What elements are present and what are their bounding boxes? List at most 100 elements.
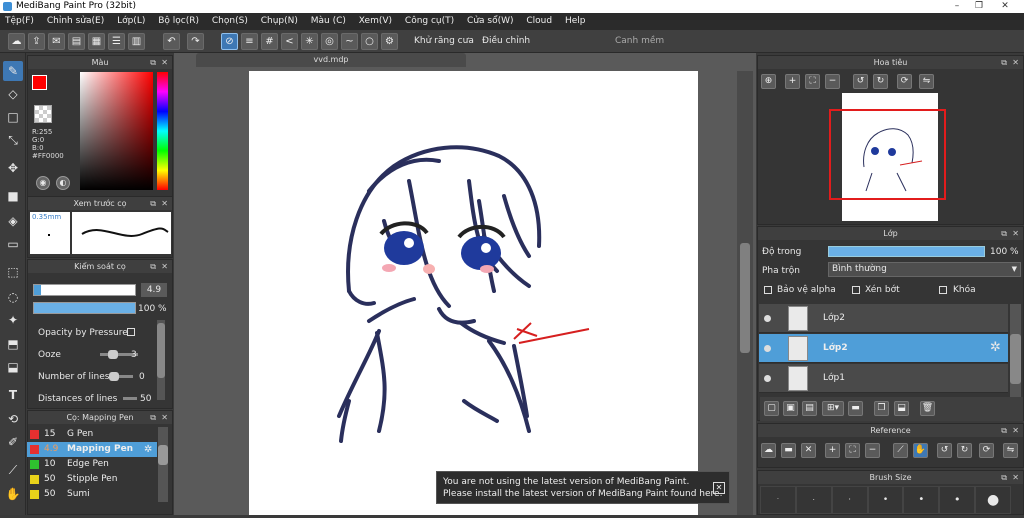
- brush-control-scrollbar[interactable]: [157, 320, 165, 400]
- primary-color-swatch[interactable]: [32, 75, 47, 90]
- rotate-right-icon[interactable]: ↻: [873, 74, 888, 89]
- magic-wand-icon[interactable]: ✦: [3, 310, 23, 330]
- update-notification[interactable]: You are not using the latest version of …: [436, 471, 730, 504]
- ellipse-snap-icon[interactable]: ○: [361, 33, 378, 50]
- reference-reset-icon[interactable]: ⟳: [979, 443, 994, 458]
- new-layer-icon[interactable]: ▢: [764, 401, 779, 416]
- panel-popout-icon[interactable]: ⧉: [1001, 227, 1007, 240]
- menu-window[interactable]: Cửa sổ(W): [462, 13, 518, 30]
- lasso-tool-icon[interactable]: ◌: [3, 287, 23, 307]
- drawing-canvas[interactable]: [249, 71, 698, 515]
- visibility-icon[interactable]: [764, 315, 771, 322]
- gradient-tool-icon[interactable]: ▭: [3, 234, 23, 254]
- menu-select[interactable]: Chọn(S): [207, 13, 253, 30]
- layer-row-selected[interactable]: Lớp2 ✲: [759, 334, 1008, 363]
- new-8bit-layer-icon[interactable]: ▤: [802, 401, 817, 416]
- maximize-button[interactable]: ❐: [968, 0, 990, 13]
- eraser-tool-icon[interactable]: ◇: [3, 84, 23, 104]
- lines-slider[interactable]: [109, 372, 133, 381]
- menu-color[interactable]: Màu (C): [306, 13, 351, 30]
- transparent-swatch[interactable]: [34, 105, 52, 123]
- navigator-viewport[interactable]: [829, 109, 946, 200]
- fit-window-icon[interactable]: ⛶: [805, 74, 820, 89]
- panel-popout-icon[interactable]: ⧉: [1001, 471, 1007, 484]
- panel-close-icon[interactable]: ✕: [161, 260, 168, 273]
- panel-close-icon[interactable]: ✕: [161, 56, 168, 69]
- brush-size-preset[interactable]: •: [903, 486, 940, 514]
- radial-snap-icon[interactable]: ✳: [301, 33, 318, 50]
- reference-zoom-out-icon[interactable]: −: [865, 443, 880, 458]
- minimize-button[interactable]: –: [946, 0, 968, 13]
- bucket-tool-icon[interactable]: ◈: [3, 211, 23, 231]
- eyedropper-tool-icon[interactable]: ⟋: [3, 460, 23, 480]
- panel-popout-icon[interactable]: ⧉: [150, 260, 156, 273]
- hand-tool-icon[interactable]: ✋: [3, 484, 23, 504]
- brush-size-preset[interactable]: ●: [975, 486, 1012, 514]
- redo-icon[interactable]: ↷: [187, 33, 204, 50]
- snap-settings-icon[interactable]: ⚙: [381, 33, 398, 50]
- select-eraser-icon[interactable]: ⬓: [3, 357, 23, 377]
- close-button[interactable]: ✕: [994, 0, 1016, 13]
- flip-icon[interactable]: ⇋: [919, 74, 934, 89]
- reference-eyedropper-icon[interactable]: ⟋: [893, 443, 908, 458]
- undo-icon[interactable]: ↶: [163, 33, 180, 50]
- parallel-snap-icon[interactable]: ≡: [241, 33, 258, 50]
- menu-help[interactable]: Help: [560, 13, 591, 30]
- upload-icon[interactable]: ⇪: [28, 33, 45, 50]
- rectangle-tool-icon[interactable]: □: [3, 107, 23, 127]
- list-icon[interactable]: ☰: [108, 33, 125, 50]
- menu-tools[interactable]: Công cụ(T): [400, 13, 459, 30]
- reference-rotate-left-icon[interactable]: ↺: [937, 443, 952, 458]
- panel-close-icon[interactable]: ✕: [161, 411, 168, 424]
- rotate-left-icon[interactable]: ↺: [853, 74, 868, 89]
- brush-size-preset[interactable]: ·: [760, 486, 796, 514]
- brush-size-preset[interactable]: •: [867, 486, 904, 514]
- comment-icon[interactable]: ✉: [48, 33, 65, 50]
- fill-rect-tool-icon[interactable]: ■: [3, 186, 23, 206]
- select-pen-icon[interactable]: ⬒: [3, 334, 23, 354]
- reference-cloud-icon[interactable]: ☁: [761, 443, 776, 458]
- menu-file[interactable]: Tệp(F): [0, 13, 39, 30]
- layer-settings-icon[interactable]: ✲: [990, 340, 1001, 355]
- brush-settings-icon[interactable]: ✲: [144, 442, 152, 457]
- layer-row[interactable]: Lớp2: [759, 304, 1008, 333]
- panel-popout-icon[interactable]: ⧉: [150, 411, 156, 424]
- grid-icon[interactable]: ▥: [128, 33, 145, 50]
- cross-snap-icon[interactable]: #: [261, 33, 278, 50]
- panel-close-icon[interactable]: ✕: [1012, 471, 1019, 484]
- hue-slider[interactable]: [157, 72, 168, 190]
- brush-size-slider[interactable]: [33, 284, 136, 296]
- reset-rotation-icon[interactable]: ⟳: [897, 74, 912, 89]
- panel-popout-icon[interactable]: ⧉: [150, 197, 156, 210]
- menu-layer[interactable]: Lớp(L): [112, 13, 150, 30]
- brush-size-preset[interactable]: ·: [795, 486, 832, 514]
- color-history-icon[interactable]: ◐: [56, 176, 70, 190]
- menu-snap[interactable]: Chụp(N): [256, 13, 303, 30]
- divide-tool-icon[interactable]: ✐: [3, 432, 23, 452]
- reference-open-icon[interactable]: ▬: [781, 443, 796, 458]
- folder-icon[interactable]: ▬: [848, 401, 863, 416]
- document-tab[interactable]: vvd.mdp: [196, 53, 466, 67]
- merge-layer-icon[interactable]: ⬓: [894, 401, 909, 416]
- vanish-snap-icon[interactable]: <: [281, 33, 298, 50]
- panel-close-icon[interactable]: ✕: [161, 197, 168, 210]
- reference-flip-icon[interactable]: ⇋: [1003, 443, 1018, 458]
- brush-item-g-pen[interactable]: 15 G Pen: [27, 427, 157, 442]
- reference-fit-icon[interactable]: ⛶: [845, 443, 860, 458]
- menu-filter[interactable]: Bộ lọc(R): [153, 13, 204, 30]
- circle-snap-icon[interactable]: ◎: [321, 33, 338, 50]
- brush-size-value[interactable]: 4.9: [141, 283, 167, 297]
- operation-tool-icon[interactable]: ⟲: [3, 409, 23, 429]
- zoom-in-icon[interactable]: +: [785, 74, 800, 89]
- protect-alpha-checkbox[interactable]: [764, 286, 772, 294]
- brush-size-preset[interactable]: ·: [831, 486, 868, 514]
- palette-icon[interactable]: ◉: [36, 176, 50, 190]
- saturation-value-picker[interactable]: [80, 72, 153, 190]
- opacity-pressure-checkbox[interactable]: [127, 328, 135, 336]
- new-halftone-layer-icon[interactable]: ▣: [783, 401, 798, 416]
- no-snap-icon[interactable]: ⊘: [221, 33, 238, 50]
- brush-item-stipple-pen[interactable]: 50 Stipple Pen: [27, 472, 157, 487]
- panel-popout-icon[interactable]: ⧉: [150, 56, 156, 69]
- duplicate-layer-icon[interactable]: ❐: [874, 401, 889, 416]
- distance-slider[interactable]: [123, 397, 137, 400]
